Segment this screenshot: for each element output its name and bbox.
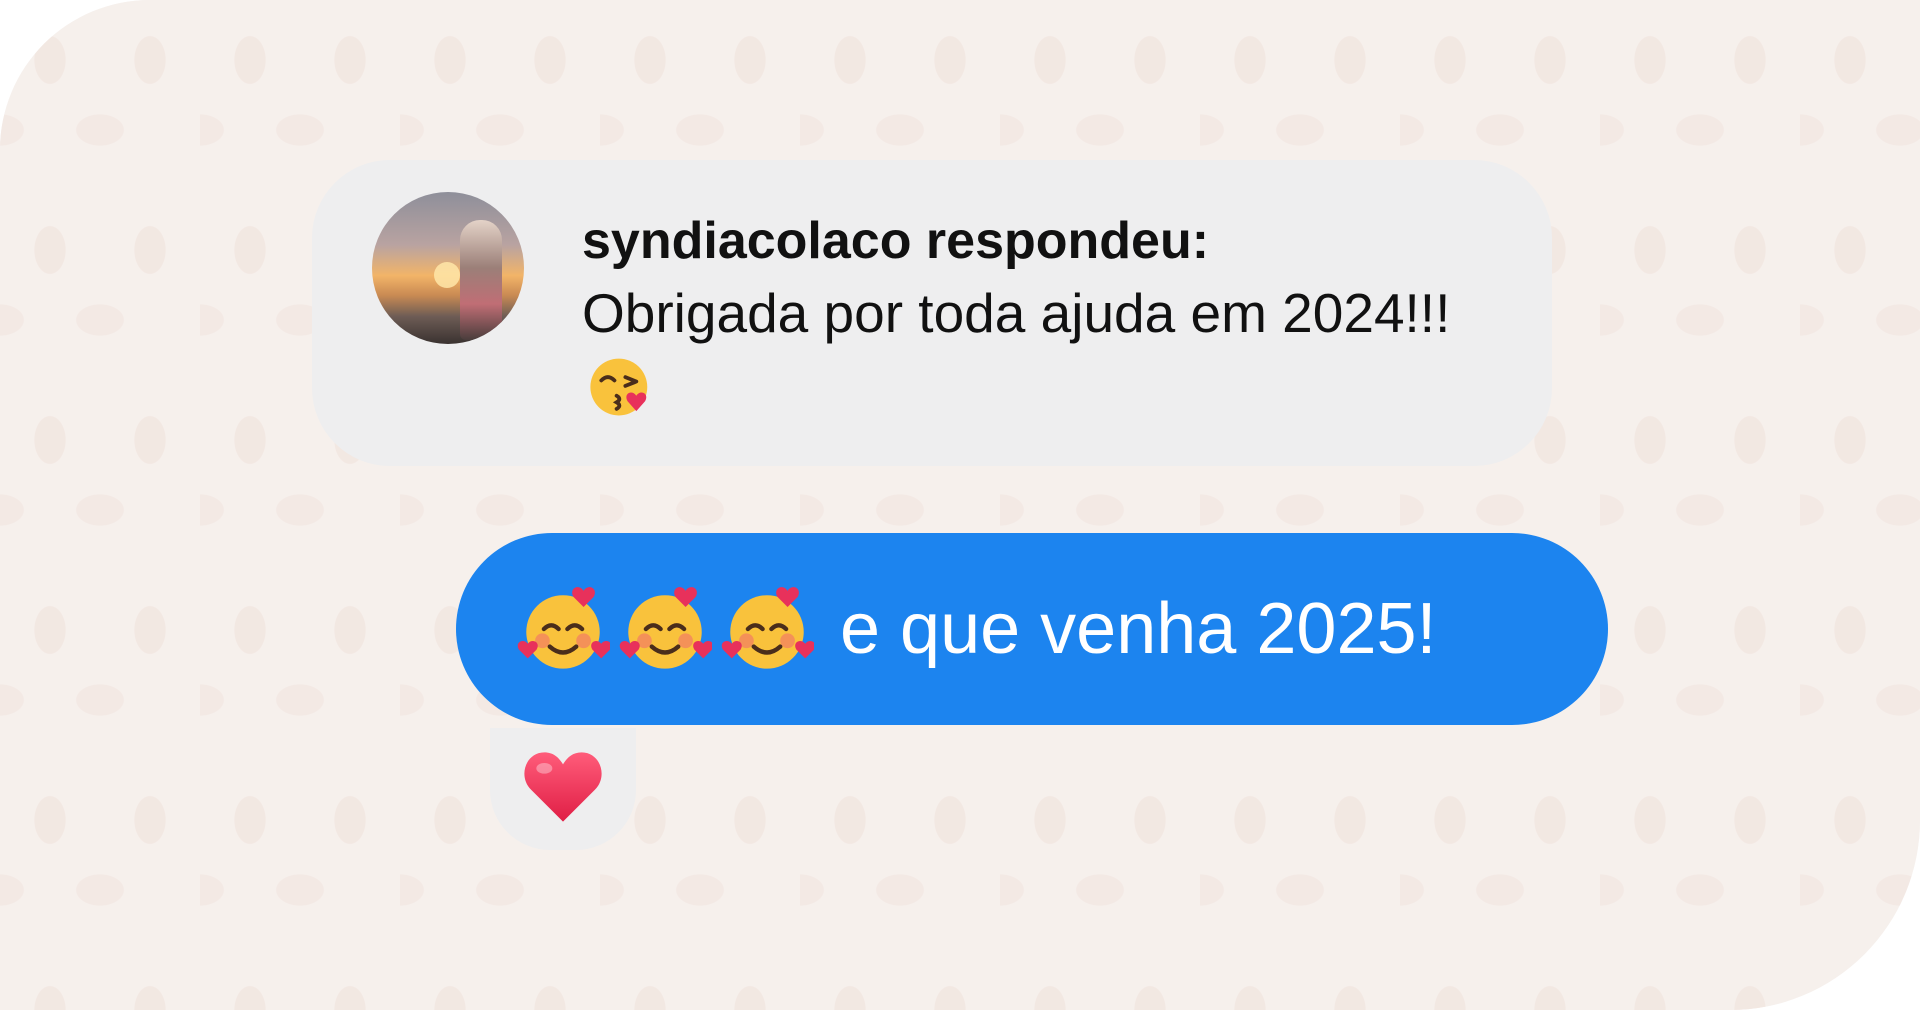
avatar-person — [460, 220, 502, 340]
avatar-sun — [434, 262, 460, 288]
smiling-face-with-hearts-icon — [720, 582, 816, 676]
reply-message-text: Obrigada por toda ajuda em 2024!!! — [582, 274, 1502, 442]
red-heart-icon — [520, 747, 606, 832]
reply-author: syndiacolaco respondeu: — [582, 212, 1210, 270]
avatar[interactable] — [372, 192, 524, 344]
message-reaction[interactable] — [490, 728, 636, 850]
reply-message-bubble[interactable]: syndiacolaco respondeu: Obrigada por tod… — [312, 160, 1552, 466]
reply-message-body: Obrigada por toda ajuda em 2024!!! — [582, 282, 1451, 344]
kissing-face-icon — [586, 352, 656, 442]
chat-background — [0, 0, 1920, 1010]
sent-message-bubble[interactable]: e que venha 2025! — [456, 533, 1608, 725]
smiling-face-with-hearts-icon — [618, 582, 714, 676]
sent-message-text: e que venha 2025! — [840, 589, 1437, 669]
smiling-face-with-hearts-icon — [516, 582, 612, 676]
reply-text-block: syndiacolaco respondeu: Obrigada por tod… — [582, 208, 1502, 442]
